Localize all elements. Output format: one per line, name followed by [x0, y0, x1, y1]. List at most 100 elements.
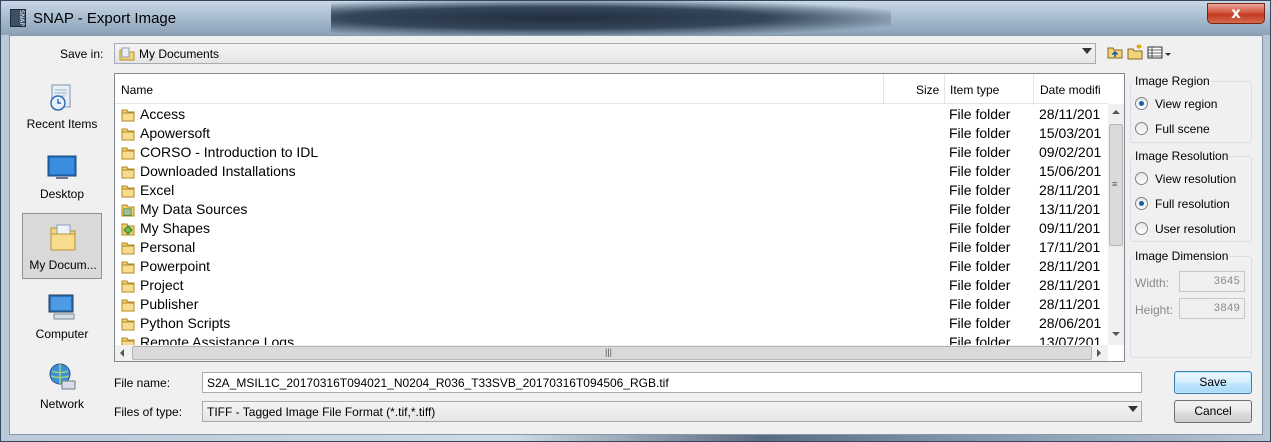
snap-app-icon[interactable]: SNAP — [10, 9, 26, 27]
save-in-combo[interactable]: My Documents — [114, 43, 1096, 64]
radio-label: View resolution — [1155, 172, 1237, 186]
folder-icon — [121, 126, 135, 141]
folder-icon — [121, 297, 135, 312]
place-network[interactable]: Network — [22, 353, 102, 419]
file-list[interactable]: Name Size Item type Date modifi Access Fi… — [114, 73, 1125, 362]
file-row[interactable]: Downloaded Installations File folder 15/06… — [115, 162, 1108, 181]
desktop-icon — [46, 151, 78, 183]
file-row[interactable]: Publisher File folder 28/11/201 — [115, 295, 1108, 314]
item-type-cell: File folder — [949, 334, 1011, 345]
scroll-up-icon[interactable] — [1112, 110, 1120, 114]
height-field: 3849 — [1179, 298, 1245, 319]
folder-icon — [121, 335, 135, 345]
image-dimension-group: Image Dimension Width: 3645 Height: 3849 — [1130, 249, 1252, 358]
place-label: Recent Items — [26, 117, 98, 131]
file-name-cell: My Shapes — [140, 220, 211, 236]
file-row[interactable]: Powerpoint File folder 28/11/201 — [115, 257, 1108, 276]
date-modified-cell: 15/06/201 — [1039, 163, 1102, 179]
column-header-name[interactable]: Name — [121, 83, 153, 97]
item-type-cell: File folder — [949, 201, 1011, 217]
save-button[interactable]: Save — [1174, 371, 1252, 394]
files-of-type-combo[interactable]: TIFF - Tagged Image File Format (*.tif,*… — [202, 401, 1142, 422]
new-folder-icon[interactable] — [1127, 44, 1143, 60]
file-row[interactable]: My Shapes File folder 09/11/201 — [115, 219, 1108, 238]
file-rows: Access File folder 28/11/201 Apowersoft File… — [115, 105, 1108, 345]
place-desktop[interactable]: Desktop — [22, 143, 102, 209]
column-header-date[interactable]: Date modifi — [1040, 83, 1106, 97]
file-row[interactable]: Apowersoft File folder 15/03/201 — [115, 124, 1108, 143]
date-modified-cell: 15/03/201 — [1039, 125, 1102, 141]
file-name-cell: Apowersoft — [140, 125, 211, 141]
scroll-left-icon[interactable] — [120, 349, 124, 357]
view-menu-icon[interactable] — [1147, 44, 1173, 60]
file-row[interactable]: Remote Assistance Logs File folder 13/07/2… — [115, 333, 1108, 345]
item-type-cell: File folder — [949, 258, 1011, 274]
file-name-input[interactable] — [202, 372, 1142, 393]
view-region-radio[interactable]: View region — [1135, 95, 1255, 113]
folder-icon — [121, 240, 135, 255]
place-computer[interactable]: Computer — [22, 283, 102, 349]
user-resolution-radio[interactable]: User resolution — [1135, 220, 1255, 238]
file-row[interactable]: CORSO - Introduction to IDL File folder 09… — [115, 143, 1108, 162]
item-type-cell: File folder — [949, 125, 1011, 141]
up-folder-icon[interactable] — [1107, 44, 1123, 60]
date-modified-cell: 17/11/201 — [1039, 239, 1101, 255]
close-button[interactable]: x — [1207, 3, 1265, 24]
item-type-cell: File folder — [949, 144, 1011, 160]
date-modified-cell: 28/11/201 — [1039, 106, 1101, 122]
radio-indicator — [1135, 172, 1148, 185]
view-resolution-radio[interactable]: View resolution — [1135, 170, 1255, 188]
file-row[interactable]: Excel File folder 28/11/201 — [115, 181, 1108, 200]
file-name-cell: Excel — [140, 182, 175, 198]
width-field: 3645 — [1179, 271, 1245, 292]
folder-icon — [121, 259, 135, 274]
file-row[interactable]: Personal File folder 17/11/201 — [115, 238, 1108, 257]
title-bar[interactable]: SNAP SNAP - Export Image x — [1, 1, 1270, 35]
data-sources-folder-icon — [121, 202, 135, 217]
place-my-documents[interactable]: My Docum... — [22, 213, 102, 279]
date-modified-cell: 09/02/201 — [1039, 144, 1102, 160]
file-row[interactable]: Access File folder 28/11/201 — [115, 105, 1108, 124]
full-resolution-radio[interactable]: Full resolution — [1135, 195, 1255, 213]
toolbar-icons — [1107, 44, 1173, 64]
vertical-scrollbar[interactable]: ≡ — [1108, 104, 1124, 345]
file-row[interactable]: My Data Sources File folder 13/11/201 — [115, 200, 1108, 219]
file-row[interactable]: Project File folder 28/11/201 — [115, 276, 1108, 295]
file-name-cell: Personal — [140, 239, 196, 255]
folder-icon — [121, 107, 135, 122]
folder-icon — [119, 47, 135, 64]
full-scene-radio[interactable]: Full scene — [1135, 120, 1255, 138]
scroll-right-icon[interactable] — [1097, 349, 1101, 357]
vertical-scroll-thumb[interactable]: ≡ — [1109, 124, 1123, 246]
place-recent-items[interactable]: Recent Items — [22, 73, 102, 139]
column-header-type[interactable]: Item type — [950, 83, 999, 97]
recent-items-icon — [46, 81, 78, 113]
radio-label: View region — [1155, 97, 1218, 111]
column-header-size[interactable]: Size — [916, 83, 939, 97]
radio-indicator — [1135, 197, 1148, 210]
file-name-label: File name: — [114, 376, 171, 390]
item-type-cell: File folder — [949, 277, 1011, 293]
date-modified-cell: 28/11/201 — [1039, 296, 1101, 312]
item-type-cell: File folder — [949, 220, 1011, 236]
item-type-cell: File folder — [949, 239, 1011, 255]
file-name-cell: Downloaded Installations — [140, 163, 296, 179]
item-type-cell: File folder — [949, 163, 1011, 179]
radio-label: Full resolution — [1155, 197, 1230, 211]
horizontal-scrollbar[interactable]: ||| — [115, 345, 1108, 361]
file-name-cell: Python Scripts — [140, 315, 231, 331]
folder-icon — [121, 183, 135, 198]
scroll-down-icon[interactable] — [1112, 332, 1120, 336]
date-modified-cell: 28/11/201 — [1039, 182, 1101, 198]
file-row[interactable]: Python Scripts File folder 28/06/201 — [115, 314, 1108, 333]
place-label: Desktop — [39, 187, 85, 201]
date-modified-cell: 28/06/201 — [1039, 315, 1102, 331]
item-type-cell: File folder — [949, 182, 1011, 198]
radio-label: User resolution — [1155, 222, 1236, 236]
cancel-button[interactable]: Cancel — [1174, 400, 1252, 423]
save-in-value: My Documents — [139, 47, 220, 61]
date-modified-cell: 28/11/201 — [1039, 277, 1101, 293]
horizontal-scroll-thumb[interactable]: ||| — [132, 346, 1092, 360]
image-resolution-group: Image Resolution View resolution Full re… — [1130, 149, 1255, 242]
height-label: Height: — [1135, 303, 1174, 317]
